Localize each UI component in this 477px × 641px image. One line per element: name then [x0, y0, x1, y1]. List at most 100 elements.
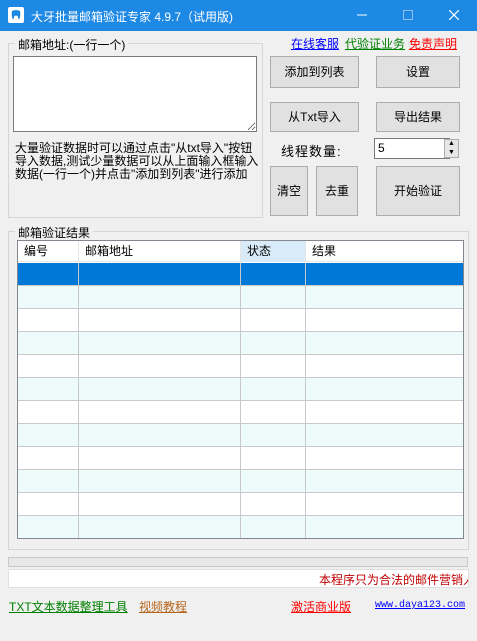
email-textarea[interactable] [13, 56, 257, 132]
export-results-button[interactable]: 导出结果 [376, 102, 460, 132]
results-group: 邮箱验证结果 编号 邮箱地址 状态 结果 [8, 224, 469, 550]
table-row[interactable] [18, 424, 463, 447]
disclaimer-link[interactable]: 免责声明 [409, 35, 457, 52]
table-cell [241, 286, 306, 308]
verification-service-link[interactable]: 代验证业务 [345, 35, 405, 52]
table-cell [241, 263, 306, 285]
activate-commercial-link[interactable]: 激活商业版 [291, 598, 351, 615]
table-cell [241, 378, 306, 400]
table-cell [18, 401, 79, 423]
table-row[interactable] [18, 493, 463, 516]
thread-count-label: 线程数量: [281, 144, 342, 159]
table-cell [241, 401, 306, 423]
settings-button[interactable]: 设置 [376, 56, 460, 88]
spinner-down-icon[interactable]: ▼ [448, 149, 455, 157]
results-group-legend: 邮箱验证结果 [15, 224, 94, 241]
table-cell [241, 493, 306, 515]
table-cell [241, 424, 306, 446]
column-header-email[interactable]: 邮箱地址 [79, 241, 241, 262]
table-cell [79, 355, 241, 377]
clear-button[interactable]: 清空 [270, 166, 308, 216]
txt-tool-link[interactable]: TXT文本数据整理工具 [9, 598, 128, 615]
table-cell [79, 470, 241, 492]
table-row[interactable] [18, 470, 463, 493]
table-cell [18, 378, 79, 400]
table-cell [79, 516, 241, 538]
email-input-group: 邮箱地址:(一行一个) 大量验证数据时可以通过点击"从txt导入"按钮导入数据,… [8, 36, 263, 218]
table-cell [79, 447, 241, 469]
table-row[interactable] [18, 309, 463, 332]
table-row[interactable] [18, 378, 463, 401]
table-cell [18, 309, 79, 331]
column-header-number[interactable]: 编号 [18, 241, 79, 262]
title-bar: 大牙批量邮箱验证专家 4.9.7（试用版) [0, 0, 477, 31]
table-cell [79, 424, 241, 446]
maximize-icon [403, 10, 413, 20]
table-cell [79, 309, 241, 331]
table-cell [79, 401, 241, 423]
table-cell [306, 493, 463, 515]
table-cell [18, 516, 79, 538]
table-cell [306, 355, 463, 377]
table-cell [18, 355, 79, 377]
import-txt-button[interactable]: 从Txt导入 [270, 102, 359, 132]
table-cell [18, 263, 79, 285]
table-cell [79, 263, 241, 285]
maximize-button[interactable] [385, 0, 431, 31]
table-cell [79, 332, 241, 354]
email-group-legend: 邮箱地址:(一行一个) [15, 36, 129, 53]
grid-header: 编号 邮箱地址 状态 结果 [18, 241, 463, 262]
table-cell [18, 447, 79, 469]
table-row[interactable] [18, 401, 463, 424]
horizontal-scrollbar[interactable] [8, 557, 468, 567]
table-cell [241, 355, 306, 377]
table-cell [241, 516, 306, 538]
table-row[interactable] [18, 355, 463, 378]
table-cell [306, 332, 463, 354]
table-cell [241, 332, 306, 354]
minimize-button[interactable] [339, 0, 385, 31]
table-row[interactable] [18, 447, 463, 470]
thread-count-input[interactable]: 5 [374, 138, 450, 159]
table-cell [18, 424, 79, 446]
table-cell [18, 470, 79, 492]
table-cell [306, 424, 463, 446]
table-cell [306, 309, 463, 331]
column-header-status[interactable]: 状态 [241, 241, 306, 262]
minimize-icon [357, 14, 367, 16]
website-link[interactable]: www.daya123.com [375, 600, 465, 611]
online-support-link[interactable]: 在线客服 [291, 35, 339, 52]
table-cell [79, 286, 241, 308]
results-grid[interactable]: 编号 邮箱地址 状态 结果 [17, 240, 464, 539]
table-cell [306, 470, 463, 492]
table-cell [241, 447, 306, 469]
table-cell [79, 378, 241, 400]
table-cell [18, 493, 79, 515]
start-verification-button[interactable]: 开始验证 [376, 166, 460, 216]
close-button[interactable] [431, 0, 477, 31]
window-title: 大牙批量邮箱验证专家 4.9.7（试用版) [31, 10, 234, 24]
table-row[interactable] [18, 332, 463, 355]
add-to-list-button[interactable]: 添加到列表 [270, 56, 359, 88]
close-icon [448, 9, 460, 21]
table-cell [306, 516, 463, 538]
column-header-result[interactable]: 结果 [306, 241, 463, 262]
table-cell [306, 263, 463, 285]
table-cell [79, 493, 241, 515]
table-cell [18, 332, 79, 354]
hint-text: 大量验证数据时可以通过点击"从txt导入"按钮导入数据,测试少量数据可以从上面输… [15, 141, 259, 181]
video-tutorial-link[interactable]: 视频教程 [139, 598, 187, 615]
table-cell [306, 378, 463, 400]
table-cell [241, 309, 306, 331]
spinner-up-icon[interactable]: ▲ [448, 140, 455, 148]
dedupe-button[interactable]: 去重 [316, 166, 358, 216]
thread-count-spinner[interactable]: ▲ ▼ [444, 139, 459, 158]
table-cell [306, 286, 463, 308]
tooth-app-icon [8, 7, 24, 23]
table-row[interactable] [18, 263, 463, 286]
notice-text: 本程序只为合法的邮件营销人员设计 [319, 573, 468, 587]
table-row[interactable] [18, 516, 463, 538]
table-cell [241, 470, 306, 492]
table-row[interactable] [18, 286, 463, 309]
table-cell [306, 447, 463, 469]
